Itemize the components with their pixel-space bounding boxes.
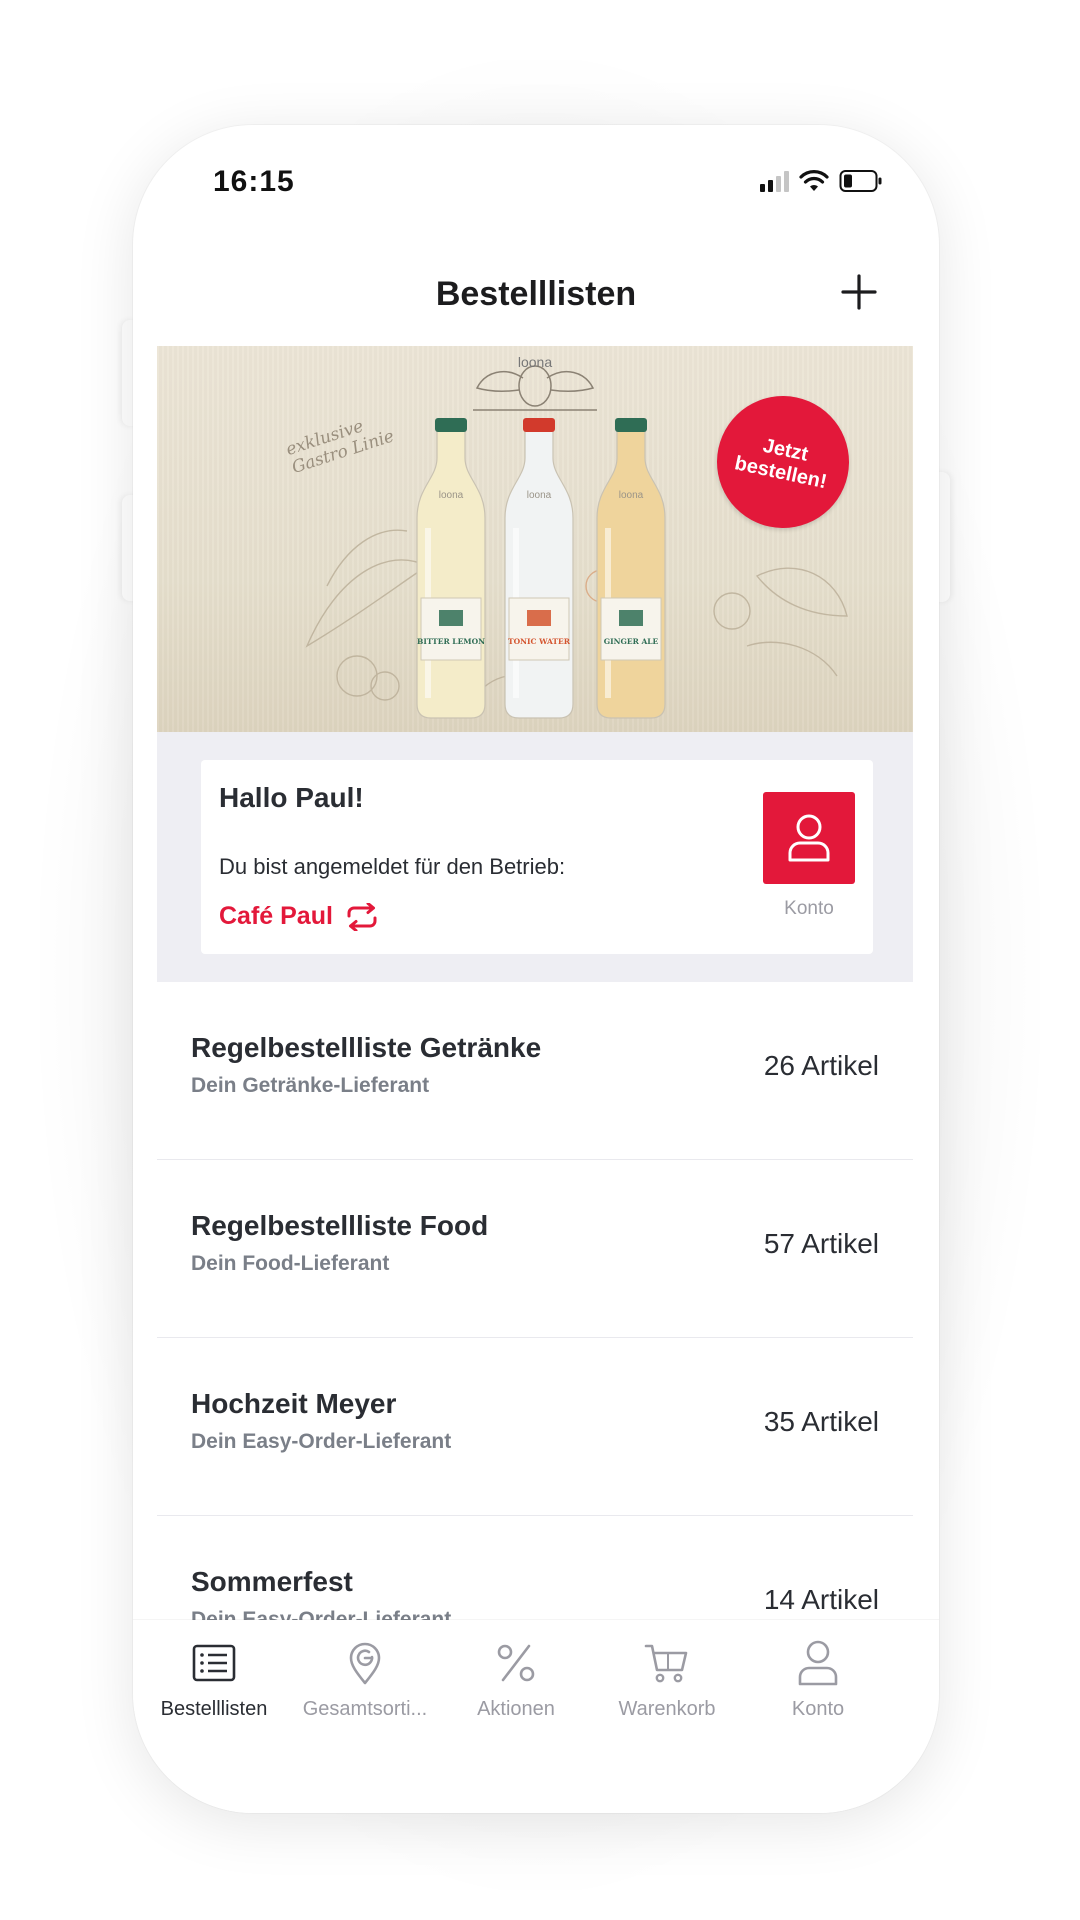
order-list-title: Hochzeit Meyer xyxy=(191,1388,397,1419)
tab-warenkorb[interactable]: Warenkorb xyxy=(592,1640,742,1721)
tab-bestelllisten[interactable]: Bestelllisten xyxy=(139,1640,289,1721)
order-list-item[interactable]: Regelbestellliste Getränke Dein Getränke-… xyxy=(157,982,913,1160)
order-list-item[interactable]: Hochzeit Meyer Dein Easy-Order-Lieferant 3… xyxy=(157,1338,913,1516)
bottle: BITTER LEMON loona xyxy=(416,418,486,719)
greeting-card: Hallo Paul! Du bist angemeldet für den B… xyxy=(201,760,873,954)
order-list-count: 57 Artikel xyxy=(763,1228,879,1259)
status-icons xyxy=(760,169,883,193)
bottle-brand: loona xyxy=(527,490,552,501)
page-title: Bestelllisten xyxy=(435,275,637,313)
add-list-button[interactable] xyxy=(839,272,879,312)
cellular-signal-icon xyxy=(760,170,789,192)
bottle: TONIC WATER loona xyxy=(504,418,574,719)
greeting-title: Hallo Paul! xyxy=(219,782,364,813)
order-list-count: 26 Artikel xyxy=(763,1050,879,1081)
order-list-title: Sommerfest xyxy=(191,1566,353,1597)
tab-bar: Bestelllisten Gesamtsorti... Aktionen Wa… xyxy=(133,1620,939,1813)
tab-aktionen[interactable]: Aktionen xyxy=(441,1640,591,1721)
tab-label: Aktionen xyxy=(477,1698,555,1720)
percent-icon xyxy=(497,1644,535,1682)
company-switch[interactable]: Café Paul xyxy=(219,902,379,931)
tab-label: Konto xyxy=(791,1698,845,1720)
phone-screen: 16:15 Bestelllisten loona exklusive Gast… xyxy=(133,125,939,1813)
bottle-brand: loona xyxy=(439,490,464,501)
promo-banner[interactable]: loona exklusive Gastro Linie BITTER LEMO… xyxy=(157,346,913,732)
bottle-brand: loona xyxy=(619,490,644,501)
greeting-subtitle: Du bist angemeldet für den Betrieb: xyxy=(219,854,566,879)
tab-label: Gesamtsorti... xyxy=(302,1698,428,1720)
tab-label: Bestelllisten xyxy=(160,1698,268,1720)
order-list-count: 35 Artikel xyxy=(763,1406,879,1437)
company-name: Café Paul xyxy=(219,902,333,930)
greeting-section: Hallo Paul! Du bist angemeldet für den B… xyxy=(157,732,913,982)
order-list-supplier: Dein Getränke-Lieferant xyxy=(191,1074,430,1097)
order-list-title: Regelbestellliste Getränke xyxy=(191,1032,542,1063)
tab-konto[interactable]: Konto xyxy=(743,1640,893,1721)
cart-icon xyxy=(644,1644,688,1683)
order-list-item[interactable]: Regelbestellliste Food Dein Food-Lieferan… xyxy=(157,1160,913,1338)
order-list-supplier: Dein Food-Lieferant xyxy=(191,1252,390,1275)
list-icon xyxy=(192,1644,236,1682)
wifi-icon xyxy=(799,170,829,191)
user-icon xyxy=(798,1640,838,1686)
account-label: Konto xyxy=(784,898,834,919)
tab-gesamtsortiment[interactable]: Gesamtsorti... xyxy=(290,1640,440,1721)
order-list-supplier: Dein Easy-Order-Lieferant xyxy=(191,1430,452,1453)
bottle-label: TONIC WATER xyxy=(508,637,571,646)
battery-icon xyxy=(839,170,882,192)
order-list-count: 14 Artikel xyxy=(763,1584,879,1615)
tab-label: Warenkorb xyxy=(618,1698,716,1720)
switch-arrows-icon xyxy=(347,902,377,931)
account-button[interactable] xyxy=(763,792,855,884)
bottle-label: GINGER ALE xyxy=(604,637,659,646)
location-pin-icon xyxy=(349,1642,381,1685)
order-list-title: Regelbestellliste Food xyxy=(191,1210,489,1241)
bottle: GINGER ALE loona xyxy=(596,418,666,719)
bottle-label: BITTER LEMON xyxy=(417,637,485,646)
user-icon xyxy=(788,814,830,862)
status-time: 16:15 xyxy=(213,165,295,198)
